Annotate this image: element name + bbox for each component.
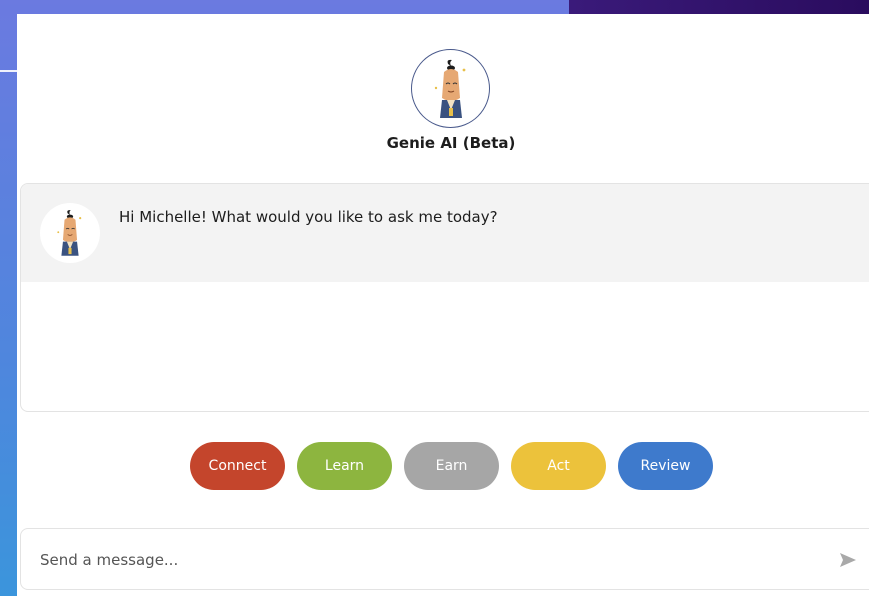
genie-mascot-icon [434, 59, 465, 118]
message-composer [20, 528, 869, 590]
send-icon [840, 553, 856, 567]
chat-panel: Genie AI (Beta) Hi Michelle! What would … [17, 14, 869, 596]
earn-button[interactable]: Earn [404, 442, 499, 490]
chat-header: Genie AI (Beta) [17, 14, 869, 184]
chat-message: Hi Michelle! What would you like to ask … [21, 184, 869, 282]
message-input[interactable] [40, 547, 800, 573]
review-button[interactable]: Review [618, 442, 713, 490]
genie-avatar [411, 49, 490, 128]
connect-button[interactable]: Connect [190, 442, 285, 490]
message-text: Hi Michelle! What would you like to ask … [119, 208, 498, 226]
chat-history[interactable]: Hi Michelle! What would you like to ask … [20, 183, 869, 412]
quick-action-bar: Connect Learn Earn Act Review [190, 442, 713, 490]
learn-button[interactable]: Learn [297, 442, 392, 490]
genie-mascot-icon [57, 210, 82, 256]
message-avatar [40, 203, 100, 263]
page-title: Genie AI (Beta) [386, 134, 516, 152]
background-accent [569, 0, 869, 14]
background-divider [0, 70, 17, 72]
send-button[interactable] [837, 550, 859, 570]
act-button[interactable]: Act [511, 442, 606, 490]
